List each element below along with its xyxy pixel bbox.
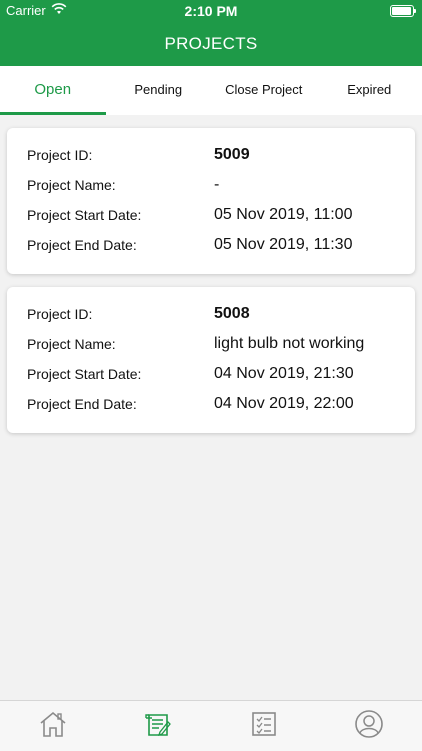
project-name-value: - (214, 176, 219, 194)
tab-close-project[interactable]: Close Project (211, 66, 317, 115)
project-id-value: 5008 (214, 305, 250, 323)
home-icon (38, 710, 68, 743)
battery-icon (390, 5, 414, 17)
project-end-value: 05 Nov 2019, 11:30 (214, 236, 352, 254)
status-bar: Carrier 2:10 PM (0, 0, 422, 22)
bottom-nav (0, 700, 422, 751)
project-id-value: 5009 (214, 146, 250, 164)
project-name-row: Project Name: - (7, 170, 415, 200)
checklist-icon (249, 710, 279, 743)
project-end-value: 04 Nov 2019, 22:00 (214, 395, 354, 413)
nav-home[interactable] (0, 701, 106, 751)
project-name-label: Project Name: (7, 336, 214, 352)
nav-profile[interactable] (317, 701, 422, 751)
project-start-value: 04 Nov 2019, 21:30 (214, 365, 354, 383)
project-end-row: Project End Date: 04 Nov 2019, 22:00 (7, 389, 415, 419)
project-id-row: Project ID: 5008 (7, 299, 415, 329)
tab-expired[interactable]: Expired (317, 66, 422, 115)
project-id-row: Project ID: 5009 (7, 140, 415, 170)
profile-icon (354, 709, 384, 744)
tab-open[interactable]: Open (0, 66, 106, 115)
project-id-label: Project ID: (7, 147, 214, 163)
page-title: PROJECTS (0, 22, 422, 66)
tab-bar: Open Pending Close Project Expired (0, 66, 422, 115)
project-card[interactable]: Project ID: 5008 Project Name: light bul… (7, 287, 415, 433)
project-start-label: Project Start Date: (7, 366, 214, 382)
project-id-label: Project ID: (7, 306, 214, 322)
project-end-row: Project End Date: 05 Nov 2019, 11:30 (7, 230, 415, 260)
nav-projects[interactable] (106, 701, 212, 751)
project-name-label: Project Name: (7, 177, 214, 193)
project-list: Project ID: 5009 Project Name: - Project… (7, 128, 415, 446)
nav-checklist[interactable] (211, 701, 317, 751)
project-start-value: 05 Nov 2019, 11:00 (214, 206, 352, 224)
project-name-value: light bulb not working (214, 335, 364, 353)
project-start-row: Project Start Date: 05 Nov 2019, 11:00 (7, 200, 415, 230)
project-card[interactable]: Project ID: 5009 Project Name: - Project… (7, 128, 415, 274)
projects-icon (143, 710, 173, 743)
project-end-label: Project End Date: (7, 396, 214, 412)
project-start-row: Project Start Date: 04 Nov 2019, 21:30 (7, 359, 415, 389)
project-name-row: Project Name: light bulb not working (7, 329, 415, 359)
status-time: 2:10 PM (0, 3, 422, 19)
project-start-label: Project Start Date: (7, 207, 214, 223)
tab-pending[interactable]: Pending (106, 66, 212, 115)
project-end-label: Project End Date: (7, 237, 214, 253)
